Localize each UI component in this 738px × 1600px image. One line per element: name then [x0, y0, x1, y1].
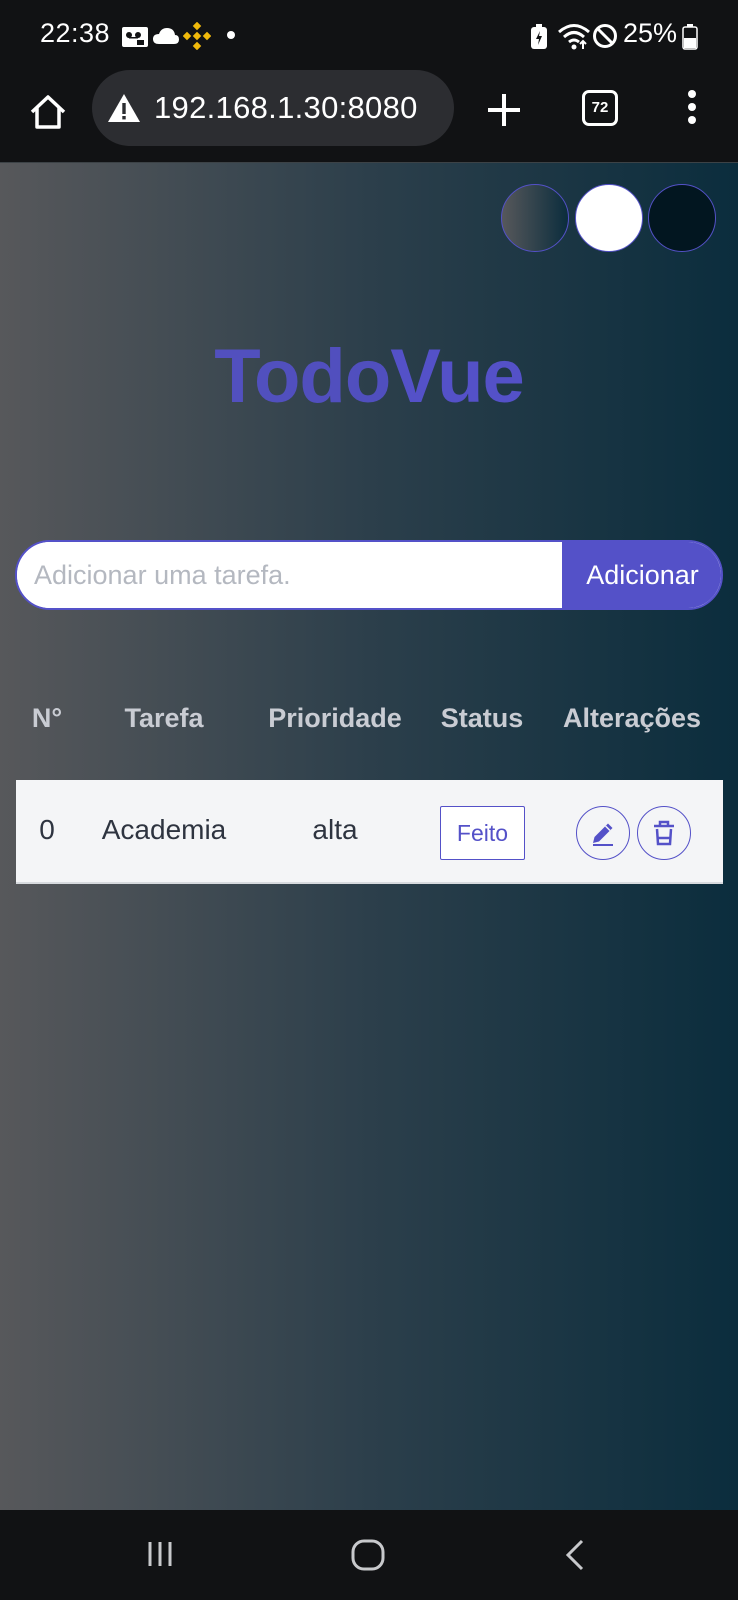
home-nav-button[interactable]: [350, 1538, 386, 1577]
battery-icon: [682, 24, 698, 55]
home-icon: [30, 95, 66, 129]
header-status: Status: [440, 703, 524, 733]
battery-percentage: 25%: [623, 18, 678, 48]
cloud-icon: [152, 27, 180, 50]
status-time: 22:38: [40, 18, 111, 48]
status-bar: 22:38 25%: [0, 0, 738, 70]
do-not-disturb-icon: [592, 23, 618, 54]
wifi-icon: [557, 22, 591, 55]
home-button[interactable]: [26, 90, 70, 134]
plus-icon: [488, 94, 520, 126]
back-icon: [565, 1539, 584, 1571]
add-button[interactable]: Adicionar: [562, 542, 721, 608]
url-text: 192.168.1.30:8080: [154, 90, 418, 125]
recents-icon: [148, 1542, 172, 1566]
add-task-form: Adicionar: [15, 540, 723, 610]
back-button[interactable]: [562, 1538, 588, 1577]
delete-button[interactable]: [637, 806, 691, 860]
header-task: Tarefa: [124, 703, 204, 733]
notification-dot: [227, 31, 235, 39]
browser-toolbar: 192.168.1.30:8080 72: [0, 70, 738, 162]
battery-saver-icon: [530, 24, 548, 55]
table-header: N° Tarefa Prioridade Status Alterações: [0, 703, 738, 753]
warning-icon[interactable]: [106, 92, 142, 129]
task-index: 0: [39, 814, 55, 845]
tabs-button[interactable]: 72: [582, 90, 618, 126]
task-name: Academia: [101, 814, 227, 845]
header-number: N°: [31, 703, 63, 733]
table-row: 0 Academia alta Feito: [16, 780, 723, 884]
more-vert-icon[interactable]: [684, 90, 700, 130]
binance-icon: [182, 21, 212, 55]
theme-dark-button[interactable]: [648, 184, 716, 252]
header-actions: Alterações: [562, 703, 702, 733]
voicemail-icon: [121, 26, 149, 53]
app-title-vue: Vue: [390, 334, 525, 419]
header-priority: Prioridade: [268, 703, 402, 733]
app-title-todo: Todo: [214, 334, 391, 419]
edit-button[interactable]: [576, 806, 630, 860]
theme-gradient-button[interactable]: [501, 184, 569, 252]
trash-icon: [654, 820, 674, 846]
page-content: TodoVue Adicionar N° Tarefa Prioridade S…: [0, 162, 738, 1510]
app-title: TodoVue: [0, 333, 738, 420]
edit-icon: [593, 823, 613, 846]
new-tab-button[interactable]: [484, 90, 524, 130]
system-nav-bar: [0, 1510, 738, 1600]
address-bar[interactable]: 192.168.1.30:8080: [92, 70, 454, 146]
task-input[interactable]: [17, 542, 562, 608]
status-button[interactable]: Feito: [440, 806, 525, 860]
recents-button[interactable]: [144, 1538, 176, 1575]
home-circle-icon: [351, 1539, 385, 1571]
task-priority: alta: [312, 814, 358, 845]
theme-light-button[interactable]: [575, 184, 643, 252]
